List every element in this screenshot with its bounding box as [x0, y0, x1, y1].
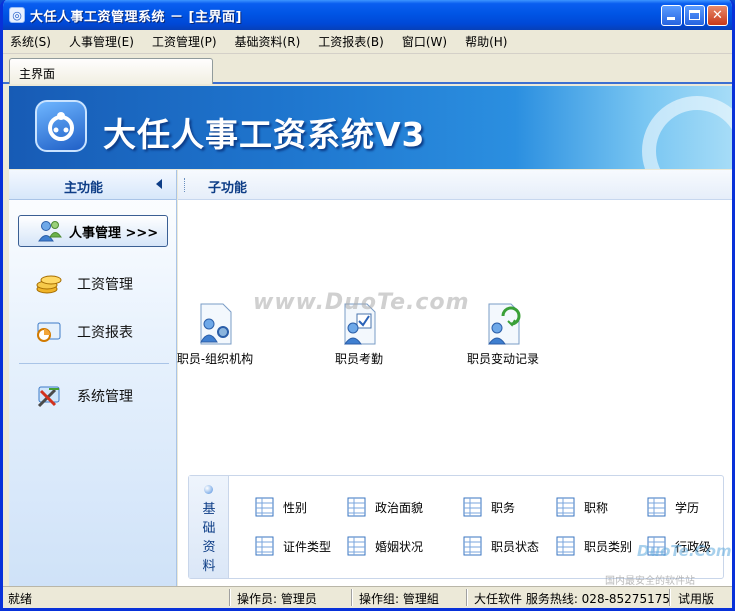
tools-icon — [37, 386, 60, 408]
sub-function-title: 子功能 — [208, 181, 248, 196]
basic-data-title: 基 础 资 料 — [201, 500, 217, 576]
menu-bar: 系统(S) 人事管理(E) 工资管理(P) 基础资料(R) 工资报表(B) 窗口… — [3, 30, 732, 54]
status-company: 大任软件 服务热线: 028-85275175 — [474, 592, 670, 606]
main-function-header: 主功能 — [9, 170, 176, 200]
tab-strip: 主界面 — [3, 54, 732, 84]
window-title: 大任人事工资管理系统 － [主界面] — [30, 9, 242, 25]
nav-personnel-management[interactable]: 人事管理 >>> — [18, 215, 168, 247]
status-bar: 就绪 操作员: 管理员 操作组: 管理組 大任软件 服务热线: 028-8527… — [3, 586, 732, 608]
grid-doc-icon — [255, 536, 274, 556]
sub-function-panel: 子功能 职员-组织机构 职员考勤 职员变动记录 基 础 资 料 性别 政治面貌 … — [177, 170, 732, 586]
func-staff-change-records-label: 职员变动记录 — [466, 352, 539, 366]
minimize-button[interactable] — [661, 5, 682, 26]
change-records-icon — [481, 302, 525, 346]
banner-title: 大任人事工资系统V3 — [103, 115, 426, 154]
status-ready: 就绪 — [8, 592, 33, 606]
title-bar[interactable]: ◎ 大任人事工资管理系统 － [主界面] ✕ — [3, 0, 732, 30]
grid-doc-icon — [647, 497, 666, 517]
main-function-title: 主功能 — [64, 181, 104, 196]
basic-data-title-char: 础 — [202, 521, 216, 536]
tab-main[interactable]: 主界面 — [9, 58, 213, 84]
status-divider — [669, 589, 670, 606]
app-logo-icon — [35, 100, 87, 152]
banner: 大任人事工资系统V3 — [9, 86, 732, 169]
basic-item-label: 证件类型 — [283, 539, 332, 554]
nav-payroll-management[interactable]: 工资管理 — [9, 266, 177, 302]
basic-item-staff-status[interactable]: 职员状态 — [461, 534, 539, 558]
window-controls: ✕ — [661, 5, 728, 26]
basic-data-title-char: 资 — [202, 540, 216, 555]
basic-item-id-type[interactable]: 证件类型 — [253, 534, 331, 558]
staff-organization-icon — [193, 302, 237, 346]
basic-item-label: 职称 — [584, 500, 609, 515]
nav-divider — [19, 363, 169, 364]
grid-doc-icon — [556, 536, 575, 556]
maximize-icon — [689, 10, 700, 20]
status-operator: 操作员: 管理员 — [237, 592, 317, 606]
minimize-icon — [667, 17, 675, 20]
status-edition: 试用版 — [678, 592, 715, 606]
grid-doc-icon — [463, 536, 482, 556]
collapse-arrow-icon[interactable] — [156, 179, 162, 189]
status-divider — [229, 589, 230, 606]
basic-item-title[interactable]: 职称 — [554, 495, 608, 519]
status-divider — [466, 589, 467, 606]
menu-help[interactable]: 帮助(H) — [465, 33, 507, 50]
watermark-logo-text: DuoTe.Com — [637, 542, 732, 560]
basic-item-label: 婚姻状况 — [375, 539, 424, 554]
nav-system-label: 系统管理 — [77, 389, 133, 405]
basic-item-label: 职员状态 — [491, 539, 540, 554]
basic-data-title-char: 料 — [202, 559, 216, 574]
report-chart-icon — [37, 322, 61, 342]
status-divider — [351, 589, 352, 606]
menu-personnel[interactable]: 人事管理(E) — [69, 33, 134, 50]
nav-payroll-reports[interactable]: 工资报表 — [9, 314, 177, 350]
func-staff-attendance-label: 职员考勤 — [334, 352, 383, 366]
menu-payroll-reports[interactable]: 工资报表(B) — [318, 33, 384, 50]
grid-doc-icon — [347, 497, 366, 517]
app-icon: ◎ — [9, 7, 25, 23]
basic-item-label: 学历 — [675, 500, 700, 515]
nav-payroll-label: 工资管理 — [77, 277, 133, 293]
header-grip — [184, 178, 186, 192]
grid-doc-icon — [255, 497, 274, 517]
grid-doc-icon — [463, 497, 482, 517]
menu-payroll[interactable]: 工资管理(P) — [152, 33, 217, 50]
basic-item-label: 性别 — [283, 500, 308, 515]
main-function-panel: 主功能 人事管理 >>> 工资管理 工资报表 系统管理 — [9, 170, 177, 586]
menu-system[interactable]: 系统(S) — [10, 33, 51, 50]
nav-system-management[interactable]: 系统管理 — [9, 378, 177, 414]
basic-item-label: 职务 — [491, 500, 516, 515]
app-window: ◎ 大任人事工资管理系统 － [主界面] ✕ 系统(S) 人事管理(E) 工资管… — [0, 0, 735, 611]
menu-basic-data[interactable]: 基础资料(R) — [235, 33, 301, 50]
close-button[interactable]: ✕ — [707, 5, 728, 26]
status-group: 操作组: 管理組 — [359, 592, 439, 606]
func-staff-organization-label: 职员-组织机构 — [176, 352, 254, 366]
basic-item-label: 政治面貌 — [375, 500, 424, 515]
sub-function-header: 子功能 — [178, 170, 732, 200]
basic-item-gender[interactable]: 性别 — [253, 495, 307, 519]
close-icon: ✕ — [712, 8, 723, 23]
watermark-tagline: 国内最安全的软件站 — [605, 576, 695, 587]
basic-item-position[interactable]: 职务 — [461, 495, 515, 519]
banner-decoration — [642, 96, 732, 169]
nav-reports-label: 工资报表 — [77, 325, 133, 341]
nav-personnel-label: 人事管理 >>> — [69, 225, 159, 241]
basic-data-title-char: 基 — [202, 502, 216, 517]
grid-doc-icon — [556, 497, 575, 517]
coins-icon — [36, 275, 62, 294]
watermark: www.DuoTe.com — [253, 290, 470, 315]
maximize-button[interactable] — [684, 5, 705, 26]
grid-doc-icon — [347, 536, 366, 556]
watermark-logo: DuoTe.Com 国内最安全的软件站 — [603, 528, 732, 587]
personnel-icon — [38, 221, 62, 242]
menu-window[interactable]: 窗口(W) — [402, 33, 447, 50]
basic-item-political-status[interactable]: 政治面貌 — [345, 495, 423, 519]
basic-data-bullet-icon — [204, 485, 213, 494]
basic-data-sidebar: 基 础 资 料 — [189, 476, 229, 578]
basic-item-education[interactable]: 学历 — [645, 495, 699, 519]
basic-item-marital-status[interactable]: 婚姻状况 — [345, 534, 423, 558]
